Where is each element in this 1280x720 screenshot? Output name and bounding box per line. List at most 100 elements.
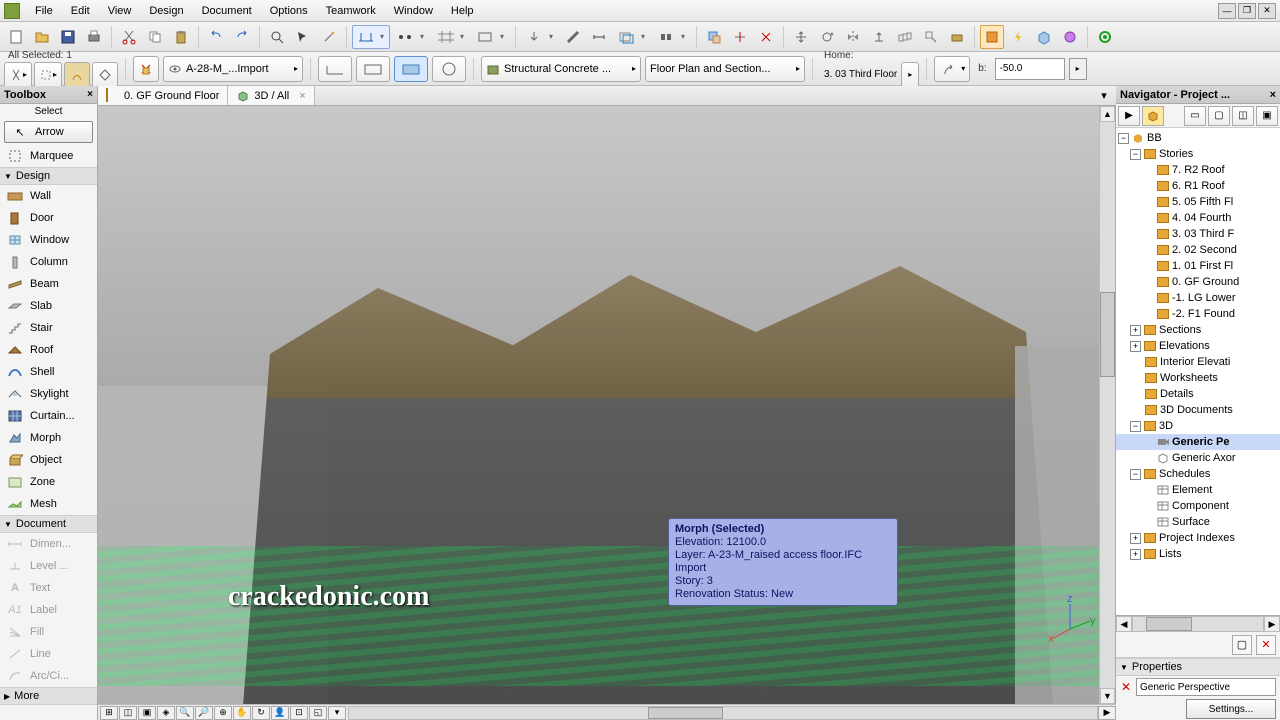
level-tool[interactable]: Level ... xyxy=(0,555,97,577)
info-favorites-button[interactable] xyxy=(92,62,118,88)
find-select-button[interactable] xyxy=(265,25,289,49)
paste-button[interactable] xyxy=(169,25,193,49)
tree-generic-perspective[interactable]: Generic Pe xyxy=(1116,434,1280,450)
document-group-header[interactable]: ▼Document xyxy=(0,515,97,533)
geometry-method-2[interactable] xyxy=(356,56,390,82)
properties-header[interactable]: ▼Properties xyxy=(1116,658,1280,676)
copy-button[interactable] xyxy=(143,25,167,49)
geometry-method-4[interactable] xyxy=(432,56,466,82)
new-file-button[interactable] xyxy=(4,25,28,49)
render-button[interactable] xyxy=(1058,25,1082,49)
wall-tool[interactable]: Wall xyxy=(0,185,97,207)
viewport-hscroll[interactable] xyxy=(348,706,1098,720)
info-settings-button[interactable]: ▸ xyxy=(4,62,32,88)
navigator-close[interactable]: × xyxy=(1270,89,1276,101)
menu-design[interactable]: Design xyxy=(140,2,192,20)
cut-button[interactable] xyxy=(117,25,141,49)
dimension-tool[interactable]: Dimen... xyxy=(0,533,97,555)
nav-btn-1[interactable]: ▭ xyxy=(1184,106,1206,126)
tab-3d-all[interactable]: 3D / All× xyxy=(228,86,314,105)
mirror-button[interactable] xyxy=(841,25,865,49)
view-btn-1[interactable]: ⊞ xyxy=(100,706,118,720)
geometry-method-1[interactable] xyxy=(318,56,352,82)
arc-tool[interactable]: Arc/Ci... xyxy=(0,665,97,687)
print-button[interactable] xyxy=(82,25,106,49)
split-button[interactable] xyxy=(754,25,778,49)
view-btn-11[interactable]: ⊡ xyxy=(290,706,308,720)
plan-type-dropdown[interactable]: Floor Plan and Section...▸ xyxy=(645,56,805,82)
menu-edit[interactable]: Edit xyxy=(62,2,99,20)
view-btn-13[interactable]: ▾ xyxy=(328,706,346,720)
navigator-hscroll[interactable]: ◀▶ xyxy=(1116,616,1280,632)
view-btn-10[interactable]: 👤 xyxy=(271,706,289,720)
marquee-tool[interactable]: Marquee xyxy=(0,145,97,167)
drag-button[interactable] xyxy=(789,25,813,49)
menu-window[interactable]: Window xyxy=(385,2,442,20)
tab-ground-floor[interactable]: 0. GF Ground Floor xyxy=(98,86,228,105)
view-btn-6[interactable]: 🔎 xyxy=(195,706,213,720)
menu-options[interactable]: Options xyxy=(261,2,317,20)
pick-button[interactable] xyxy=(291,25,315,49)
column-tool[interactable]: Column xyxy=(0,251,97,273)
line-tool[interactable]: Line xyxy=(0,643,97,665)
view-btn-4[interactable]: ◈ xyxy=(157,706,175,720)
redo-button[interactable] xyxy=(230,25,254,49)
elevation-icon[interactable]: ▾ xyxy=(934,56,970,82)
menu-view[interactable]: View xyxy=(99,2,141,20)
arrow-tool[interactable]: ↖Arrow xyxy=(4,121,93,143)
menu-help[interactable]: Help xyxy=(442,2,483,20)
beam-tool[interactable]: Beam xyxy=(0,273,97,295)
geometry-method-3[interactable] xyxy=(394,56,428,82)
nav-view-map-button[interactable] xyxy=(1142,106,1164,126)
axis-gizmo[interactable]: zyx xyxy=(1045,594,1095,644)
undo-button[interactable] xyxy=(204,25,228,49)
shell-tool[interactable]: Shell xyxy=(0,361,97,383)
gravity-button[interactable]: ▾ xyxy=(521,25,559,49)
navigator-tree[interactable]: −BB −Stories 7. R2 Roof 6. R1 Roof 5. 05… xyxy=(1116,128,1280,616)
window-minimize[interactable]: — xyxy=(1218,3,1236,19)
align-button[interactable] xyxy=(945,25,969,49)
ruler-button[interactable] xyxy=(561,25,585,49)
view-btn-3[interactable]: ▣ xyxy=(138,706,156,720)
fill-tool[interactable]: Fill xyxy=(0,621,97,643)
nav-project-button[interactable]: ▶ xyxy=(1118,106,1140,126)
record-button[interactable] xyxy=(1093,25,1117,49)
view-btn-7[interactable]: ⊕ xyxy=(214,706,232,720)
elevate-button[interactable] xyxy=(867,25,891,49)
nav-btn-2[interactable]: ▢ xyxy=(1208,106,1230,126)
grid-snap-button[interactable]: ▾ xyxy=(432,25,470,49)
curtain-wall-tool[interactable]: Curtain... xyxy=(0,405,97,427)
zone-tool[interactable]: Zone xyxy=(0,471,97,493)
layer-lock-button[interactable] xyxy=(133,56,159,82)
more-infobox-button[interactable]: ▸ xyxy=(1069,58,1087,80)
measure-button[interactable] xyxy=(587,25,611,49)
viewport-vscroll[interactable]: ▲▼ xyxy=(1099,106,1115,704)
info-defaults-button[interactable]: ▸ xyxy=(34,62,62,88)
snap-guides-button[interactable]: ▾ xyxy=(352,25,390,49)
3d-viewport[interactable]: crackedonic.com Morph (Selected) Elevati… xyxy=(98,106,1116,704)
perspective-name-input[interactable] xyxy=(1136,678,1276,696)
view-btn-8[interactable]: ✋ xyxy=(233,706,251,720)
menu-file[interactable]: File xyxy=(26,2,62,20)
nav-btn-3[interactable]: ◫ xyxy=(1232,106,1254,126)
window-close[interactable]: ✕ xyxy=(1258,3,1276,19)
layer-dropdown[interactable]: A-28-M_...Import▸ xyxy=(163,56,303,82)
slab-tool[interactable]: Slab xyxy=(0,295,97,317)
nav-save-view[interactable]: ▢ xyxy=(1232,635,1252,655)
suspend-button[interactable]: ▾ xyxy=(653,25,691,49)
b-value-input[interactable] xyxy=(995,58,1065,80)
trim-button[interactable] xyxy=(728,25,752,49)
more-group-header[interactable]: ▶More xyxy=(0,687,97,705)
info-selection-button[interactable] xyxy=(64,62,90,88)
text-tool[interactable]: AText xyxy=(0,577,97,599)
view-btn-5[interactable]: 🔍 xyxy=(176,706,194,720)
design-group-header[interactable]: ▼Design xyxy=(0,167,97,185)
magic-wand-button[interactable] xyxy=(317,25,341,49)
open-file-button[interactable] xyxy=(30,25,54,49)
label-tool[interactable]: A1Label xyxy=(0,599,97,621)
roof-tool[interactable]: Roof xyxy=(0,339,97,361)
object-tool[interactable]: Object xyxy=(0,449,97,471)
renovation-button[interactable] xyxy=(980,25,1004,49)
stair-tool[interactable]: Stair xyxy=(0,317,97,339)
morph-tool[interactable]: Morph xyxy=(0,427,97,449)
